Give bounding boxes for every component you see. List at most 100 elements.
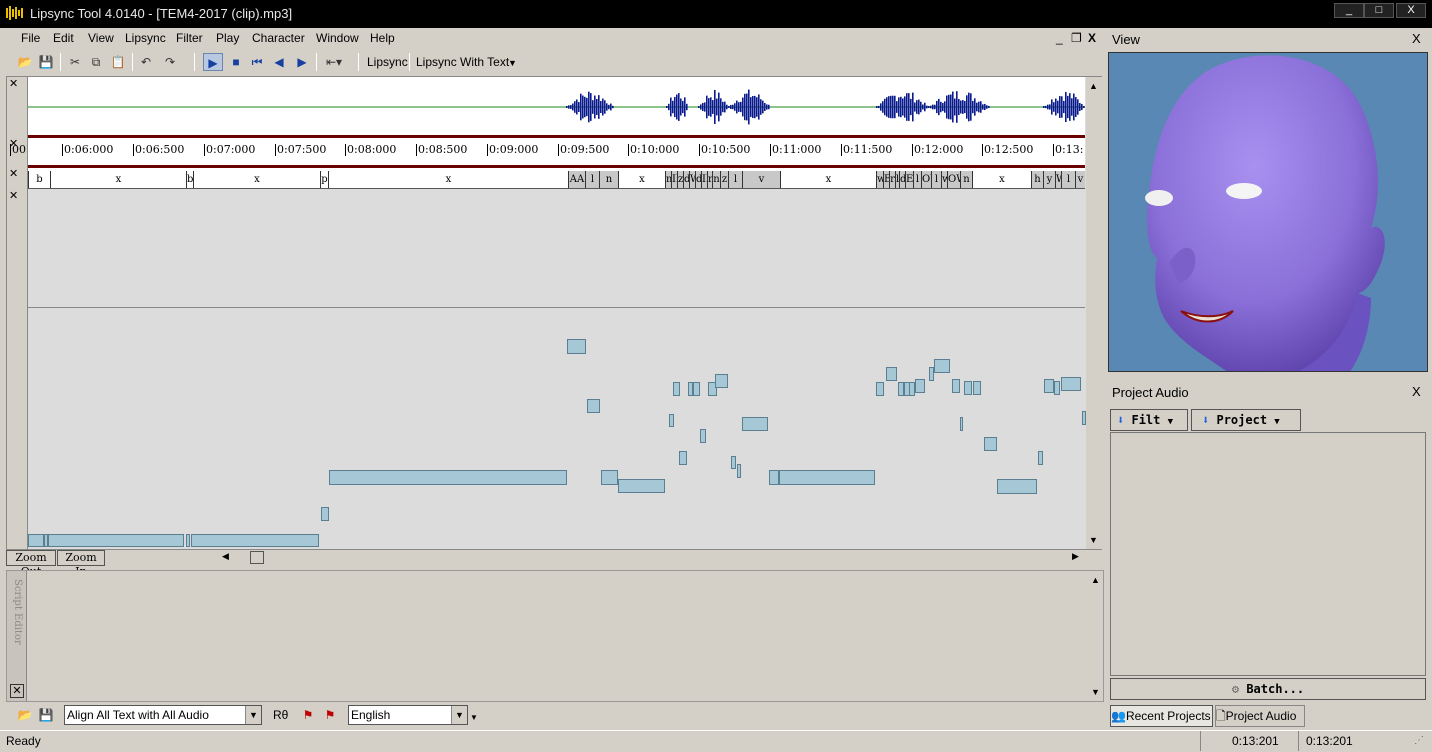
redo-icon[interactable]: ↷ [160, 53, 180, 71]
phoneme-cell[interactable]: OW [921, 171, 931, 188]
vertical-scrollbar[interactable]: ▲ ▼ [1086, 77, 1102, 549]
open-script-icon[interactable]: 📂 [15, 706, 35, 724]
paste-icon[interactable]: 📋 [108, 53, 128, 71]
script-editor[interactable]: Script Editor ✕ ▲ ▼ [6, 570, 1104, 702]
menu-character[interactable]: Character [252, 31, 305, 45]
viseme-key-block[interactable] [28, 534, 44, 547]
menu-play[interactable]: Play [216, 31, 239, 45]
viseme-key-block[interactable] [587, 399, 600, 413]
scroll-up-icon[interactable]: ▲ [1089, 81, 1098, 91]
viseme-key-block[interactable] [973, 381, 981, 395]
phoneme-cell[interactable]: x [618, 171, 665, 188]
viseme-key-block[interactable] [934, 359, 950, 373]
align-mode-select[interactable]: Align All Text with All Audio ▼ [64, 705, 262, 725]
waveform-display[interactable] [28, 77, 1085, 135]
chevron-down-icon[interactable]: ▼ [470, 713, 478, 722]
maximize-button[interactable]: □ [1364, 3, 1394, 18]
phoneme-cell[interactable]: x [193, 171, 320, 188]
viseme-key-block[interactable] [715, 374, 728, 388]
script-editor-tab[interactable]: Script Editor ✕ [7, 571, 27, 701]
viseme-key-block[interactable] [742, 417, 768, 431]
viseme-key-block[interactable] [618, 479, 665, 493]
zoom-in-button[interactable]: Zoom In [57, 550, 105, 578]
phoneme-cell[interactable]: n [960, 171, 972, 188]
phoneme-cell[interactable]: b [28, 171, 50, 188]
rewind-icon[interactable]: ⏮ [247, 53, 267, 71]
viseme-key-block[interactable] [700, 429, 706, 443]
mdi-minimize-button[interactable]: _ [1056, 31, 1063, 45]
close-view-icon[interactable]: X [1412, 31, 1421, 46]
viseme-key-block[interactable] [886, 367, 897, 381]
language-select[interactable]: English ▼ [348, 705, 468, 725]
viseme-key-block[interactable] [952, 379, 960, 393]
minimize-button[interactable]: _ [1334, 3, 1364, 18]
phoneme-cell[interactable]: x [972, 171, 1031, 188]
play-icon[interactable]: ▶ [203, 53, 223, 71]
step-forward-icon[interactable]: ▶ [292, 53, 312, 71]
viseme-key-block[interactable] [669, 414, 674, 427]
step-back-icon[interactable]: ◀ [269, 53, 289, 71]
zoom-out-button[interactable]: Zoom Out [6, 550, 56, 578]
viseme-key-block[interactable] [769, 470, 779, 485]
phoneme-cell[interactable]: x [50, 171, 186, 188]
viseme-key-block[interactable] [964, 381, 972, 395]
phoneme-cell[interactable]: l [913, 171, 921, 188]
close-project-audio-icon[interactable]: X [1412, 384, 1421, 399]
phoneme-cell[interactable]: AA [568, 171, 585, 188]
phoneme-cell[interactable]: l [1061, 171, 1075, 188]
menu-edit[interactable]: Edit [53, 31, 74, 45]
animation-curves[interactable] [28, 189, 1086, 549]
timeline-ruler[interactable]: 00 0:06:000 0:06:500 0:07:000 0:07:500 0:08:0… [10, 135, 1085, 165]
menu-help[interactable]: Help [370, 31, 395, 45]
scroll-left-icon[interactable]: ◀ [222, 551, 229, 562]
phoneme-cell[interactable]: v [1075, 171, 1085, 188]
viseme-key-block[interactable] [1038, 451, 1043, 465]
cut-icon[interactable]: ✂ [65, 53, 85, 71]
phoneme-cell[interactable]: n [599, 171, 618, 188]
menu-filter[interactable]: Filter [176, 31, 203, 45]
phoneme-cell[interactable]: ER [905, 171, 913, 188]
phoneme-cell[interactable]: l [728, 171, 742, 188]
phoneme-cell[interactable]: h [1031, 171, 1043, 188]
menu-window[interactable]: Window [316, 31, 359, 45]
tab-project-audio[interactable]: 🗋Project Audio [1215, 705, 1305, 727]
save-icon[interactable]: 💾 [36, 53, 56, 71]
phoneme-cell[interactable]: z [720, 171, 728, 188]
viseme-key-block[interactable] [191, 534, 319, 547]
viseme-key-block[interactable] [329, 470, 567, 485]
phoneme-cell[interactable]: n [712, 171, 720, 188]
viseme-key-block[interactable] [693, 382, 700, 396]
save-script-icon[interactable]: 💾 [36, 706, 56, 724]
flag-icon[interactable]: ⚑ [298, 706, 318, 724]
close-button[interactable]: X [1396, 3, 1426, 18]
viseme-key-block[interactable] [915, 379, 925, 393]
phoneme-cell[interactable]: b [186, 171, 193, 188]
character-viewport[interactable] [1108, 52, 1428, 372]
batch-button[interactable]: ⚙ Batch... [1110, 678, 1426, 700]
phoneme-cell[interactable]: l [931, 171, 941, 188]
phoneme-cell[interactable]: l [585, 171, 599, 188]
viseme-key-block[interactable] [960, 417, 963, 431]
viseme-key-block[interactable] [567, 339, 586, 354]
scroll-right-icon[interactable]: ▶ [1072, 551, 1079, 562]
chevron-down-icon[interactable]: ▼ [508, 58, 517, 68]
undo-icon[interactable]: ↶ [136, 53, 156, 71]
close-script-icon[interactable]: ✕ [10, 684, 24, 698]
viseme-key-block[interactable] [1061, 377, 1081, 391]
scroll-down-icon[interactable]: ▼ [1089, 535, 1098, 545]
viseme-key-block[interactable] [876, 382, 884, 396]
loop-dropdown-icon[interactable]: ⇤▾ [320, 53, 348, 71]
project-dropdown-button[interactable]: ⬇ Project ▼ [1191, 409, 1301, 431]
mdi-restore-button[interactable]: ❐ [1071, 31, 1082, 45]
viseme-key-block[interactable] [673, 382, 680, 396]
phoneme-track[interactable]: bxbxpxAAlnxmIHzdWdIHrnzlvxwEHrldERlOWlwO… [28, 165, 1085, 189]
horizontal-scroll-thumb[interactable] [250, 551, 264, 564]
stop-icon[interactable]: ■ [226, 53, 246, 71]
viseme-key-block[interactable] [679, 451, 687, 465]
lipsync-with-text-button[interactable]: Lipsync With Text [416, 55, 509, 69]
lipsync-button[interactable]: Lipsync [367, 55, 408, 69]
viseme-key-block[interactable] [1044, 379, 1054, 393]
viseme-key-block[interactable] [1054, 381, 1060, 395]
phoneme-cell[interactable]: p [320, 171, 328, 188]
viseme-key-block[interactable] [601, 470, 618, 485]
